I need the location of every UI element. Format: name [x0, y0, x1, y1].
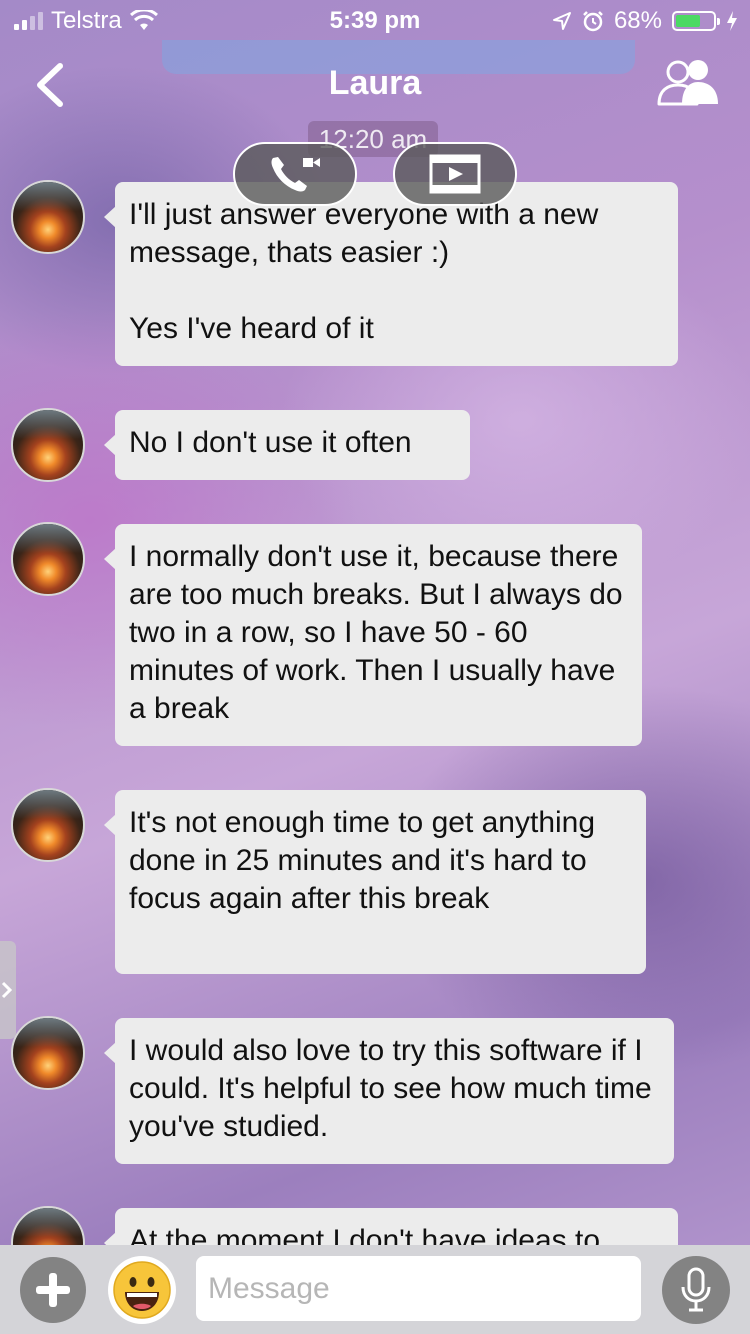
status-bar: Telstra 5:39 pm 68% — [0, 0, 750, 40]
back-icon — [37, 63, 63, 107]
plus-icon — [36, 1273, 70, 1307]
contact-avatar[interactable] — [11, 522, 85, 596]
alarm-icon — [583, 11, 603, 32]
message-bubble[interactable]: It's not enough time to get anything don… — [104, 790, 646, 974]
microphone-icon — [681, 1267, 711, 1312]
message-bubble[interactable]: I'll just answer everyone with a new mes… — [104, 182, 678, 366]
emoji-icon — [113, 1261, 171, 1319]
emoji-button[interactable] — [108, 1256, 176, 1324]
contact-avatar[interactable] — [11, 180, 85, 254]
message-bubble[interactable]: I normally don't use it, because there a… — [104, 524, 642, 746]
chevron-right-icon — [1, 981, 13, 999]
charging-icon — [727, 11, 737, 31]
message-input-bar — [0, 1245, 750, 1334]
group-icon — [657, 60, 718, 106]
message-bubble[interactable]: I would also love to try this software i… — [104, 1018, 674, 1164]
message-bubble[interactable]: At the moment I don't have ideas to — [104, 1208, 678, 1245]
battery-icon — [672, 11, 720, 31]
voice-call-button[interactable] — [233, 142, 357, 206]
phone-icon — [271, 157, 320, 192]
video-icon — [429, 154, 481, 194]
microphone-button[interactable] — [662, 1256, 730, 1324]
video-button[interactable] — [393, 142, 517, 206]
chat-thread[interactable]: I'll just answer everyone with a new mes… — [0, 0, 750, 1245]
message-input[interactable] — [196, 1256, 641, 1321]
message-bubble[interactable]: No I don't use it often — [104, 410, 470, 480]
location-icon — [552, 12, 571, 30]
back-button[interactable] — [30, 60, 76, 110]
contact-avatar[interactable] — [11, 1206, 85, 1245]
add-button[interactable] — [20, 1257, 86, 1323]
side-drawer-handle[interactable] — [0, 941, 16, 1039]
contact-avatar[interactable] — [11, 788, 85, 862]
battery-percent: 68% — [613, 7, 662, 34]
group-button[interactable] — [656, 58, 722, 110]
contact-avatar[interactable] — [11, 1016, 85, 1090]
notification-strip — [162, 40, 635, 74]
contact-avatar[interactable] — [11, 408, 85, 482]
